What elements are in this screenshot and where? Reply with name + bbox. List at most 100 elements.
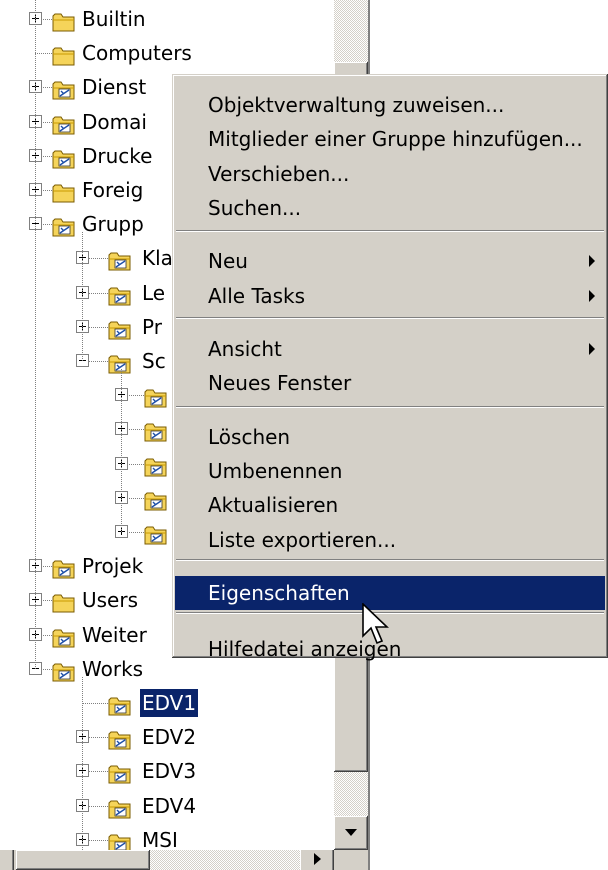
scroll-left-button[interactable] xyxy=(0,850,14,870)
mouse-pointer-icon xyxy=(362,603,389,645)
organizational-unit-icon xyxy=(108,316,132,340)
menu-item[interactable]: Umbenennen xyxy=(175,454,605,488)
tree-item[interactable]: Computers xyxy=(0,36,334,70)
tree-item-label: EDV3 xyxy=(142,759,197,784)
menu-item[interactable]: Objektverwaltung zuweisen... xyxy=(175,88,605,122)
organizational-unit-icon xyxy=(52,76,76,100)
organizational-unit-icon xyxy=(52,624,76,648)
tree-connector xyxy=(35,53,52,55)
organizational-unit-icon xyxy=(144,384,168,408)
tree-item-label: Users xyxy=(82,588,139,613)
menu-item-label: Löschen xyxy=(208,425,291,449)
folder-icon xyxy=(52,8,76,32)
tree-item-label: Pr xyxy=(142,314,162,339)
menu-item[interactable]: Ansicht xyxy=(175,332,605,366)
scroll-right-button[interactable] xyxy=(300,850,334,870)
arrow-down-icon xyxy=(345,829,357,836)
submenu-arrow-icon xyxy=(589,343,595,355)
menu-item[interactable]: Suchen... xyxy=(175,191,605,225)
tree-connector xyxy=(121,369,122,532)
organizational-unit-icon xyxy=(52,145,76,169)
tree-item[interactable]: EDV1 xyxy=(0,686,334,720)
tree-item-label: Weiter xyxy=(82,622,147,647)
tree-item[interactable]: EDV3 xyxy=(0,754,334,788)
organizational-unit-icon xyxy=(144,418,168,442)
menu-item-label: Umbenennen xyxy=(208,459,343,483)
menu-item-label: Neues Fenster xyxy=(208,371,352,395)
scrollbar-corner xyxy=(334,850,368,870)
tree-item[interactable]: EDV4 xyxy=(0,789,334,823)
tree-item-label: Domai xyxy=(82,109,147,134)
organizational-unit-icon xyxy=(52,658,76,682)
tree-item[interactable]: EDV2 xyxy=(0,720,334,754)
organizational-unit-icon xyxy=(52,213,76,237)
menu-item-label: Ansicht xyxy=(208,337,282,361)
tree-connector xyxy=(82,703,108,704)
organizational-unit-icon xyxy=(108,726,132,750)
organizational-unit-icon xyxy=(144,521,168,545)
tree-item[interactable]: MSI xyxy=(0,823,334,850)
menu-item-label: Neu xyxy=(208,249,248,273)
tree-item-label: Builtin xyxy=(82,7,146,31)
tree-item-label: Sc xyxy=(142,349,166,373)
tree-item-label: Drucke xyxy=(82,143,153,168)
horizontal-scroll-track[interactable] xyxy=(150,850,305,870)
menu-item-label: Alle Tasks xyxy=(208,284,306,308)
menu-item[interactable]: Liste exportieren... xyxy=(175,523,605,557)
submenu-arrow-icon xyxy=(589,255,595,267)
menu-item[interactable]: Mitglieder einer Gruppe hinzufügen... xyxy=(175,122,605,156)
tree-item-label: Computers xyxy=(82,41,192,66)
menu-item[interactable]: Löschen xyxy=(175,420,605,454)
organizational-unit-icon xyxy=(144,453,168,477)
organizational-unit-icon xyxy=(108,282,132,306)
tree-item-label: Dienst xyxy=(82,75,147,100)
menu-item-label: Suchen... xyxy=(208,196,302,220)
tree-item-label: MSI xyxy=(142,827,178,850)
menu-separator xyxy=(176,559,604,561)
menu-item[interactable]: Neu xyxy=(175,244,605,278)
submenu-arrow-icon xyxy=(589,290,595,302)
organizational-unit-icon xyxy=(108,692,132,716)
menu-item[interactable]: Aktualisieren xyxy=(175,488,605,522)
horizontal-scrollbar[interactable] xyxy=(0,850,334,870)
tree-item-label: Grupp xyxy=(82,212,144,237)
menu-separator xyxy=(176,230,604,232)
menu-item-label: Mitglieder einer Gruppe hinzufügen... xyxy=(208,127,583,151)
folder-icon xyxy=(52,42,76,66)
tree-item-label: EDV4 xyxy=(142,793,197,818)
menu-item-label: Eigenschaften xyxy=(208,581,350,605)
folder-icon xyxy=(52,179,76,203)
context-menu[interactable]: Objektverwaltung zuweisen... Mitglieder e… xyxy=(172,74,608,661)
tree-item-label: Works xyxy=(82,656,144,681)
menu-separator xyxy=(176,317,604,319)
organizational-unit-icon xyxy=(108,247,132,271)
organizational-unit-icon xyxy=(52,111,76,135)
tree-item[interactable]: Builtin xyxy=(0,2,334,36)
tree-connector xyxy=(82,232,83,361)
tree-item-label: Le xyxy=(142,280,166,305)
menu-item-label: Objektverwaltung zuweisen... xyxy=(208,93,505,117)
organizational-unit-icon xyxy=(108,760,132,784)
folder-icon xyxy=(52,589,76,613)
menu-item-label: Liste exportieren... xyxy=(208,528,397,552)
tree-item-label: EDV1 xyxy=(138,688,200,718)
organizational-unit-icon xyxy=(52,555,76,579)
scroll-down-button[interactable] xyxy=(334,816,368,850)
menu-item[interactable]: Verschieben... xyxy=(175,157,605,191)
horizontal-scroll-thumb[interactable] xyxy=(16,850,150,870)
menu-item-label: Verschieben... xyxy=(208,162,350,186)
tree-connector xyxy=(82,676,83,850)
organizational-unit-icon xyxy=(144,487,168,511)
organizational-unit-icon xyxy=(108,350,132,374)
menu-item[interactable]: Alle Tasks xyxy=(175,279,605,313)
menu-item-label: Aktualisieren xyxy=(208,493,339,517)
menu-item[interactable]: Neues Fenster xyxy=(175,366,605,400)
tree-item-label: EDV2 xyxy=(142,725,197,750)
tree-item-label: Projek xyxy=(82,554,144,579)
tree-item-label: Foreig xyxy=(82,178,144,202)
tree-item-label: Kla xyxy=(142,246,173,271)
arrow-right-icon xyxy=(314,853,321,865)
organizational-unit-icon xyxy=(108,795,132,819)
tree-connector xyxy=(35,0,36,669)
organizational-unit-icon xyxy=(108,829,132,850)
